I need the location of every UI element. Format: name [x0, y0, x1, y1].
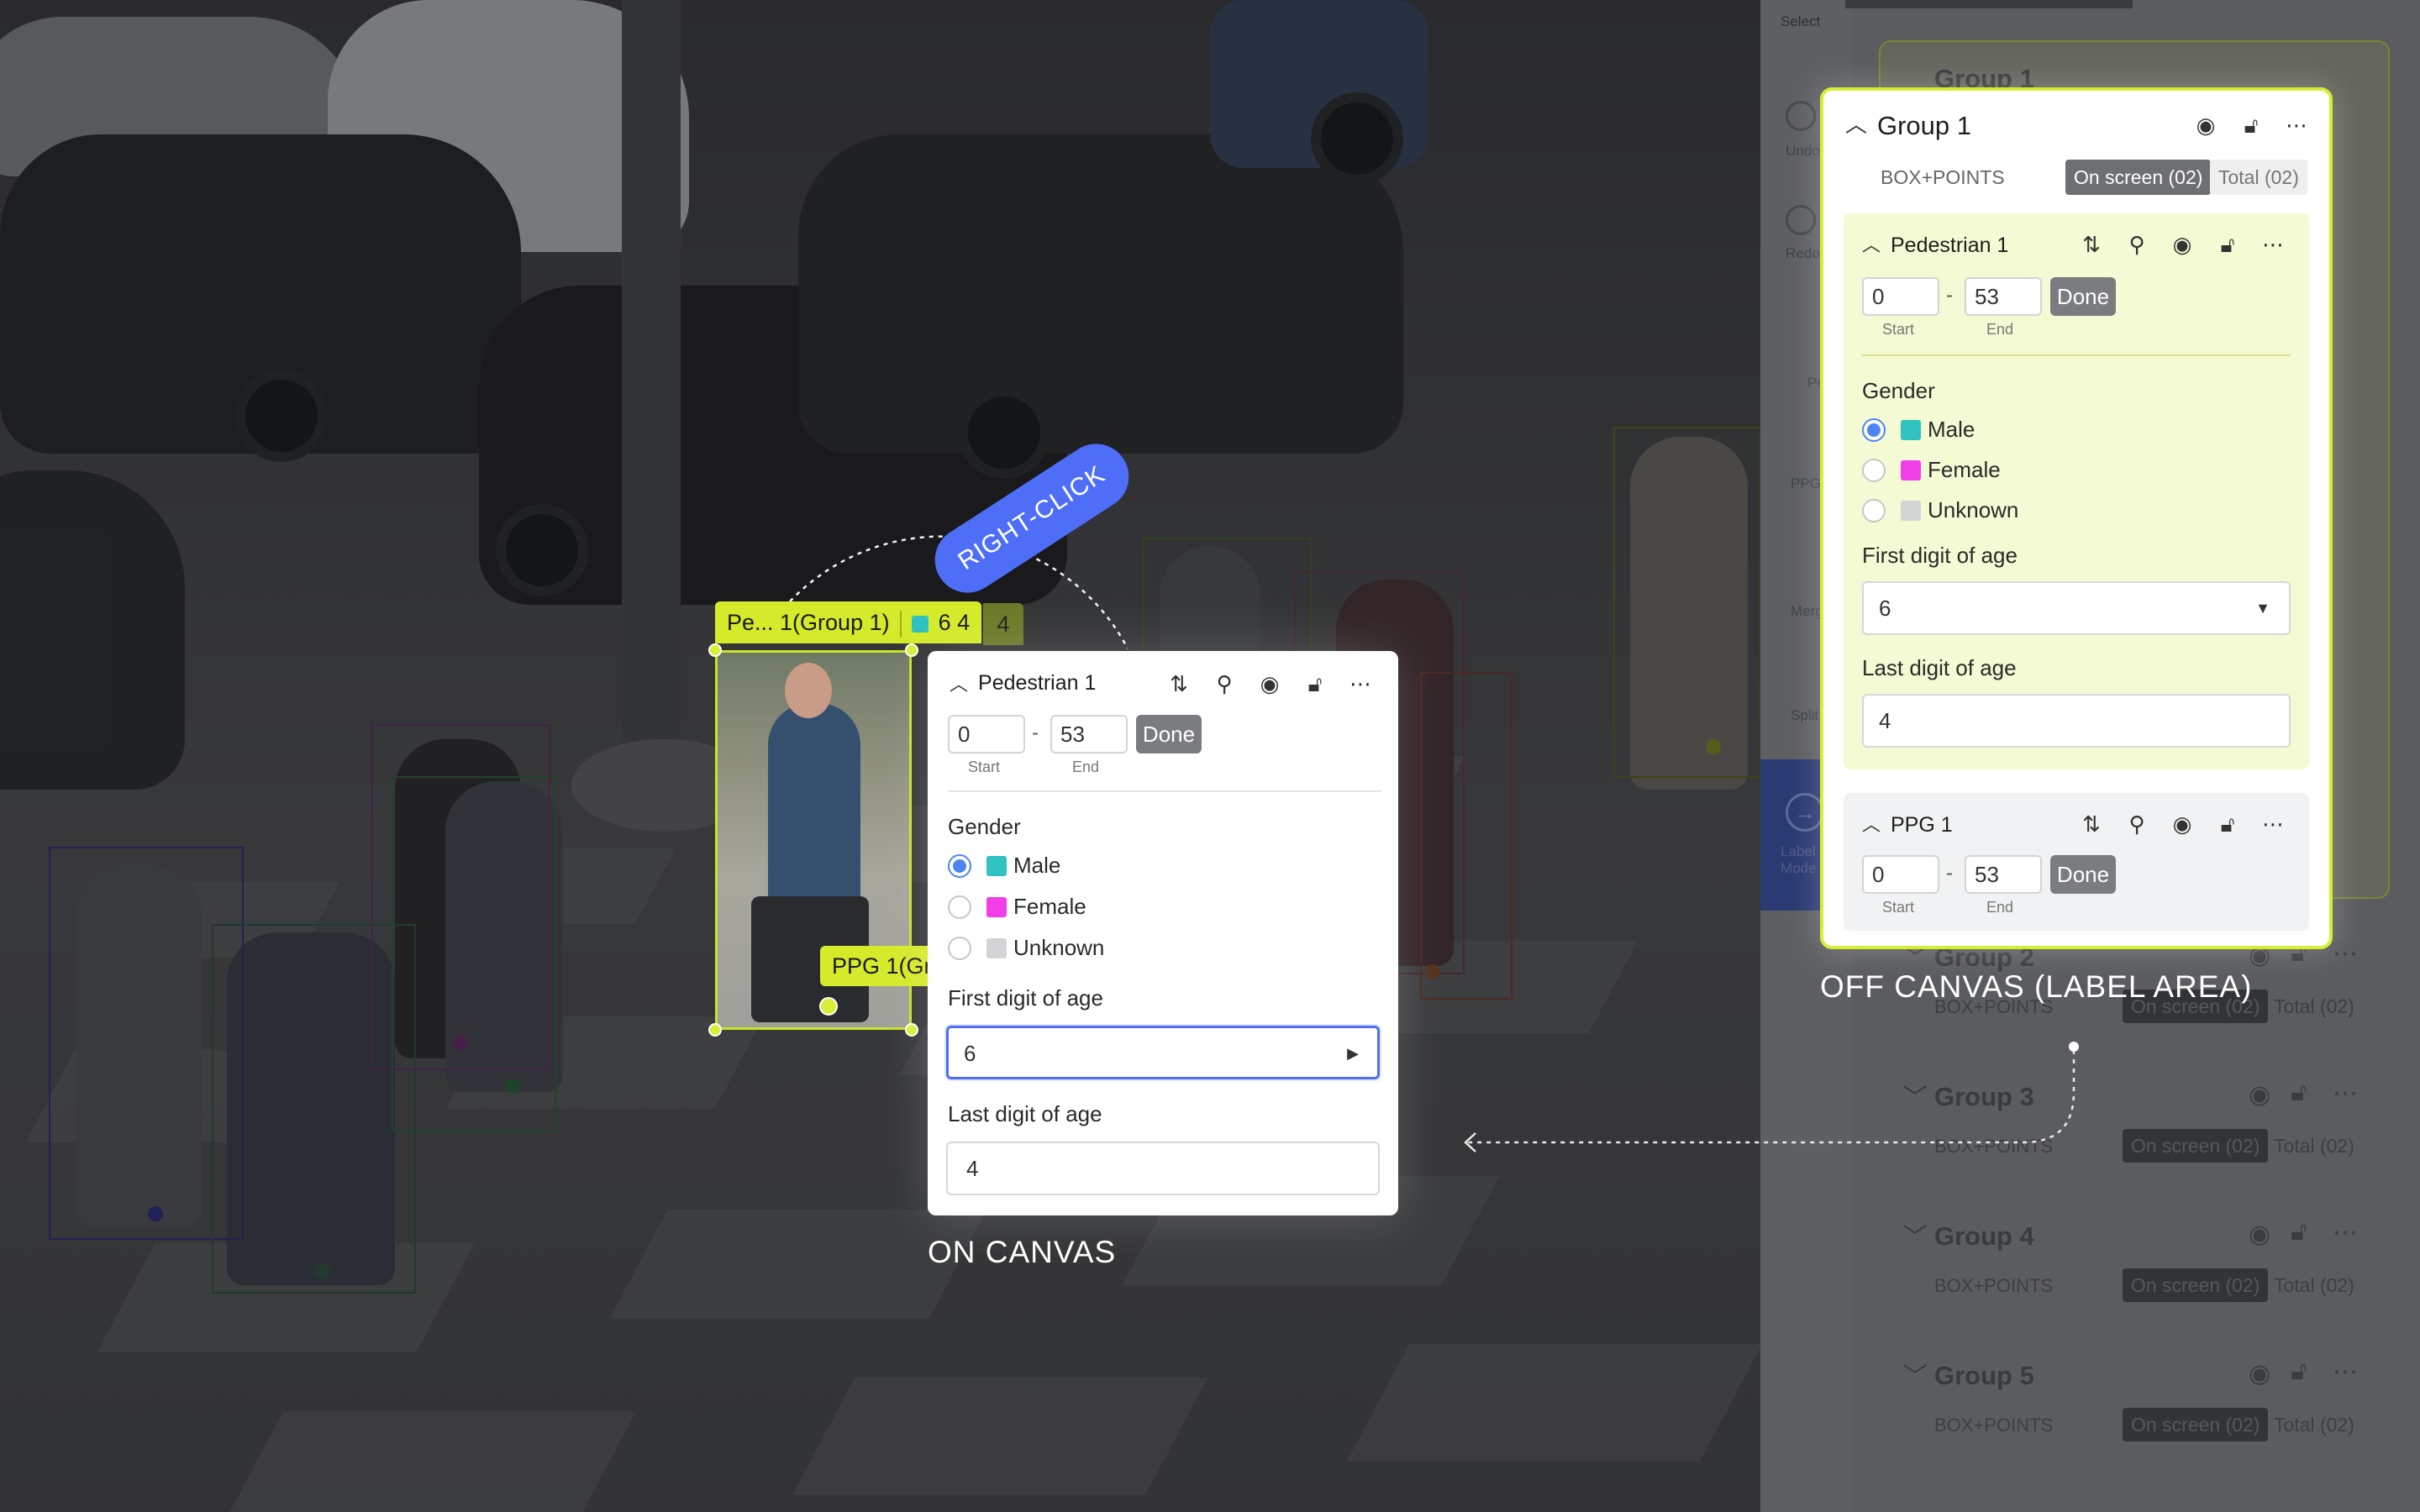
connector-arrow	[1464, 1042, 2079, 1152]
